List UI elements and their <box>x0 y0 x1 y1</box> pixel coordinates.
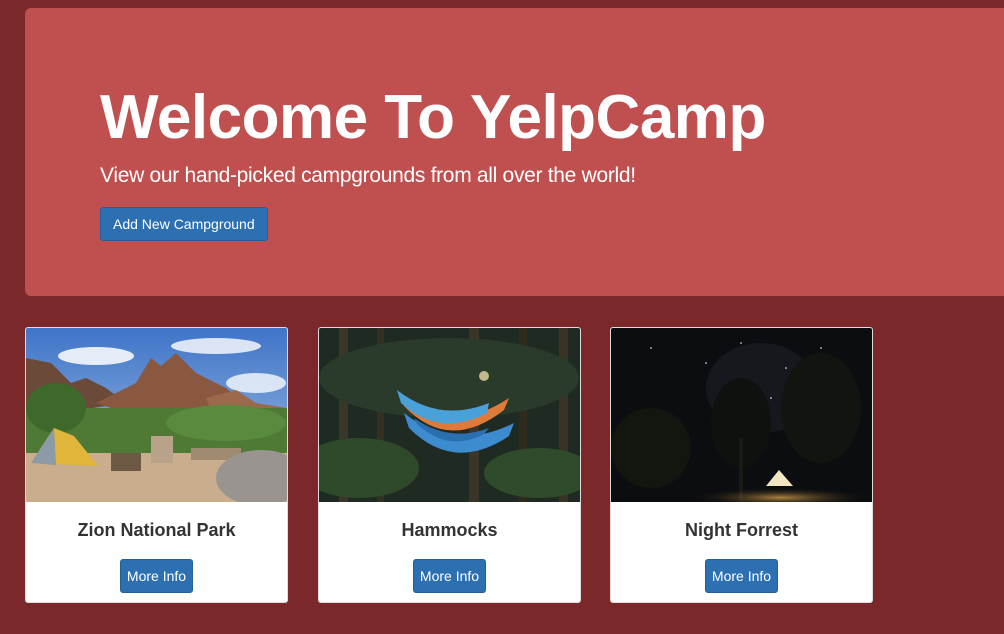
campground-card-night-forrest: Night Forrest More Info <box>610 327 873 603</box>
page-title: Welcome To YelpCamp <box>100 83 766 152</box>
more-info-button[interactable]: More Info <box>704 559 779 593</box>
add-new-campground-button[interactable]: Add New Campground <box>100 207 268 242</box>
night-forest-photo[interactable] <box>611 328 872 502</box>
campground-name: Hammocks <box>401 520 498 540</box>
campground-card-zion: Zion National Park More Info <box>25 327 288 603</box>
campground-name: Night Forrest <box>684 520 798 540</box>
campground-name: Zion National Park <box>77 520 236 540</box>
zion-photo[interactable] <box>26 328 287 502</box>
page-subtitle: View our hand-picked campgrounds from al… <box>100 164 636 188</box>
jumbotron: Welcome To YelpCamp View our hand-picked… <box>25 8 1004 296</box>
more-info-button[interactable]: More Info <box>119 559 194 593</box>
more-info-button[interactable]: More Info <box>412 559 487 593</box>
campground-card-hammocks: Hammocks More Info <box>318 327 581 603</box>
hammocks-photo[interactable] <box>319 328 580 502</box>
